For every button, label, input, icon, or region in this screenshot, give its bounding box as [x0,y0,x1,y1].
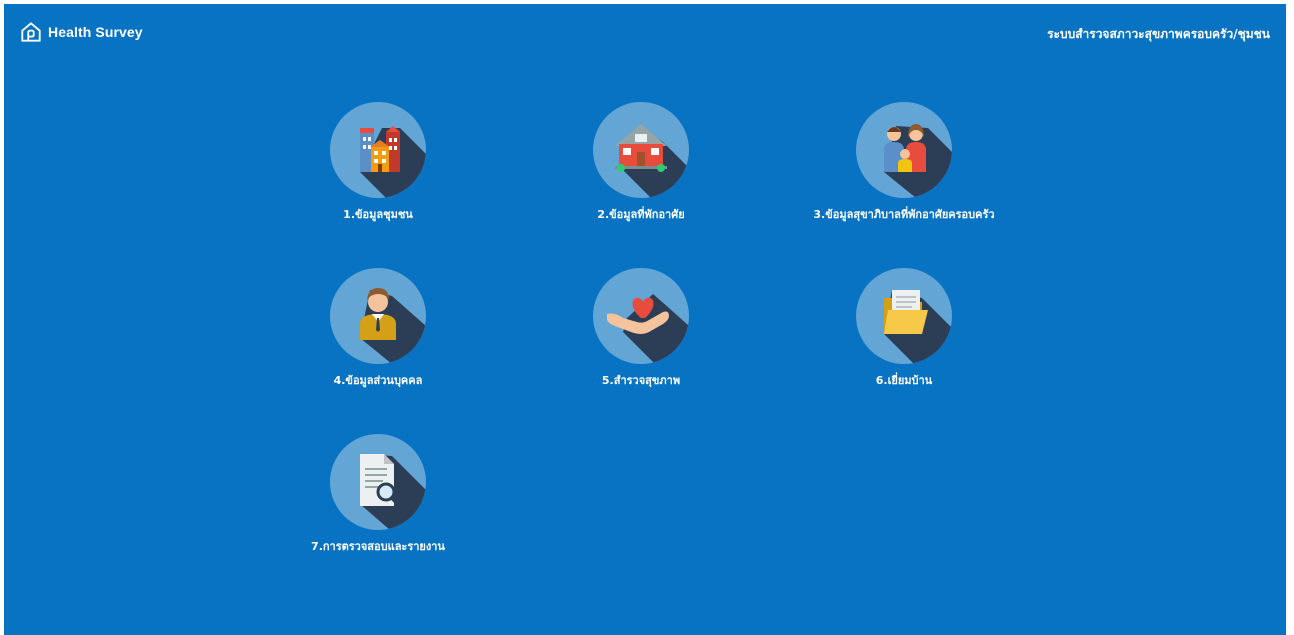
menu-item-label: 6.เยี่ยมบ้าน [875,374,933,387]
house-icon [615,124,689,198]
folder-icon [884,290,952,364]
heart-in-hand-icon [607,294,689,364]
community-buildings-icon [360,126,426,198]
brand-name: Health Survey [48,24,143,40]
app-background: Health Survey ระบบสำรวจสภาวะสุขภาพครอบคร… [4,4,1286,635]
menu-item-icon-circle [330,102,426,198]
menu-item-icon-circle [856,268,952,364]
family-icon [884,124,952,198]
menu-item-icon-circle [593,102,689,198]
menu-item-label: 7.การตรวจสอบและรายงาน [311,540,445,553]
menu-item-health-survey[interactable]: 5.สำรวจสุขภาพ [531,268,751,398]
menu-item-icon-circle [330,268,426,364]
top-bar: Health Survey ระบบสำรวจสภาวะสุขภาพครอบคร… [4,4,1286,64]
system-title: ระบบสำรวจสภาวะสุขภาพครอบครัว/ชุมชน [1047,27,1270,41]
menu-item-personal-data[interactable]: 4.ข้อมูลส่วนบุคคล [268,268,488,398]
menu-item-label: 3.ข้อมูลสุขาภิบาลที่พักอาศัยครอบครัว [813,208,995,221]
menu-item-sanitation-data[interactable]: 3.ข้อมูลสุขาภิบาลที่พักอาศัยครอบครัว [794,102,1014,232]
person-icon [360,288,426,364]
menu-item-icon-circle [856,102,952,198]
document-search-icon [360,454,426,530]
menu-item-icon-circle [593,268,689,364]
menu-item-residence-data[interactable]: 2.ข้อมูลที่พักอาศัย [531,102,751,232]
menu-item-label: 2.ข้อมูลที่พักอาศัย [597,208,685,221]
menu-item-home-visit[interactable]: 6.เยี่ยมบ้าน [794,268,1014,398]
menu-item-community-data[interactable]: 1.ข้อมูลชุมชน [268,102,488,232]
home-icon [21,22,41,42]
menu-item-label: 4.ข้อมูลส่วนบุคคล [333,374,423,387]
brand-link[interactable]: Health Survey [20,21,143,43]
menu-item-icon-circle [330,434,426,530]
menu-item-label: 1.ข้อมูลชุมชน [343,208,413,221]
menu-item-label: 5.สำรวจสุขภาพ [601,374,681,387]
menu-item-inspection-report[interactable]: 7.การตรวจสอบและรายงาน [268,434,488,564]
